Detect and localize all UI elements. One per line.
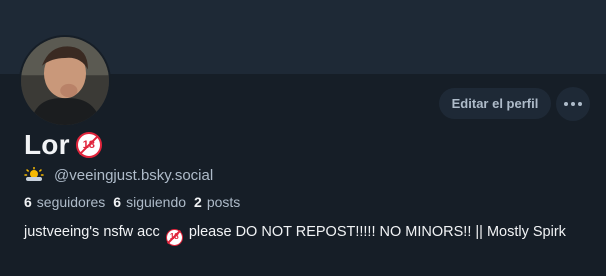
handle-row: @veeingjust.bsky.social xyxy=(24,165,213,185)
avatar-photo xyxy=(21,37,109,125)
display-name-row: Lor 18 xyxy=(24,128,102,162)
ellipsis-icon xyxy=(571,102,575,106)
profile-stats: 6 seguidores 6 siguiendo 2 posts xyxy=(24,192,240,212)
user-handle[interactable]: @veeingjust.bsky.social xyxy=(54,167,213,184)
followers-stat[interactable]: 6 seguidores xyxy=(24,194,105,210)
following-label: siguiendo xyxy=(126,194,187,210)
posts-count: 2 xyxy=(194,194,202,210)
more-options-button[interactable] xyxy=(556,87,590,121)
ellipsis-icon xyxy=(578,102,582,106)
following-stat[interactable]: 6 siguiendo xyxy=(113,194,186,210)
following-count: 6 xyxy=(113,194,122,210)
ellipsis-icon xyxy=(564,102,568,106)
bio-text-part2: please DO NOT REPOST!!!!! NO MINORS!! ||… xyxy=(188,224,566,240)
edit-profile-button[interactable]: Editar el perfil xyxy=(439,88,551,119)
posts-label: posts xyxy=(206,194,241,210)
avatar[interactable] xyxy=(19,35,111,127)
sun-behind-cloud-icon xyxy=(24,167,44,181)
followers-count: 6 xyxy=(24,194,32,210)
no-under-18-icon: 18 xyxy=(165,228,183,246)
no-under-18-icon: 18 xyxy=(75,132,102,158)
followers-label: seguidores xyxy=(36,194,106,210)
posts-stat: 2 posts xyxy=(194,194,240,210)
display-name: Lor xyxy=(24,129,70,160)
profile-bio: justveeing's nsfw acc 18 please DO NOT R… xyxy=(24,222,584,246)
bio-text-part1: justveeing's nsfw acc xyxy=(24,224,160,240)
